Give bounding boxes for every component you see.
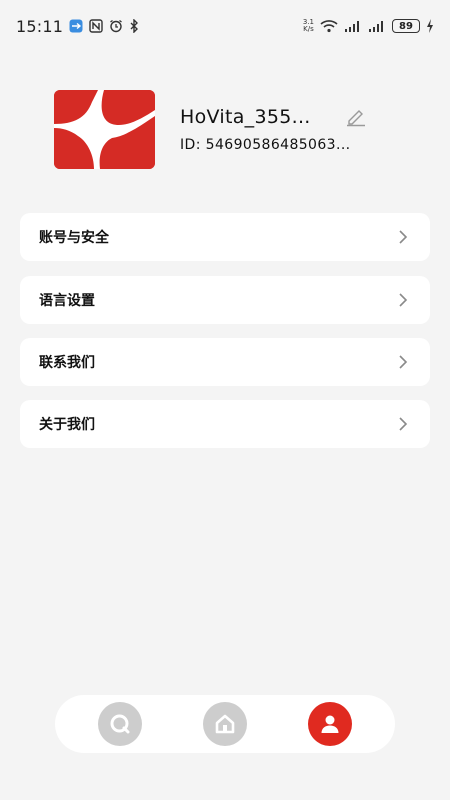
app-logo-avatar[interactable] — [54, 90, 155, 169]
chevron-right-icon — [398, 354, 408, 370]
profile-header: HoVita_355... ID: 54690586485063... — [54, 90, 414, 170]
menu-label: 账号与安全 — [39, 230, 109, 246]
menu-label: 联系我们 — [39, 355, 95, 371]
menu-language-settings[interactable]: 语言设置 — [20, 276, 430, 324]
status-bar: 15:11 3.1 K/s 89 — [0, 0, 450, 52]
menu-account-security[interactable]: 账号与安全 — [20, 213, 430, 261]
menu-label: 关于我们 — [39, 417, 95, 433]
charging-icon — [426, 19, 434, 33]
bluetooth-icon — [129, 19, 139, 33]
chevron-right-icon — [398, 292, 408, 308]
chevron-right-icon — [398, 229, 408, 245]
nav-search-chat-button[interactable] — [97, 702, 142, 746]
alarm-icon — [109, 19, 123, 33]
nav-profile-button[interactable] — [308, 702, 353, 746]
app-notification-icon — [69, 19, 83, 33]
bottom-nav — [55, 695, 395, 753]
search-chat-icon — [110, 714, 130, 734]
pencil-icon — [347, 110, 365, 127]
user-id: ID: 54690586485063... — [180, 137, 351, 153]
battery-indicator: 89 — [392, 19, 420, 33]
edit-name-button[interactable] — [344, 106, 368, 128]
menu-label: 语言设置 — [39, 293, 95, 309]
username: HoVita_355... — [180, 106, 311, 128]
network-speed: 3.1 K/s — [302, 18, 314, 33]
wifi-icon — [320, 19, 338, 33]
home-icon — [215, 714, 235, 734]
profile-icon — [321, 715, 339, 733]
signal-icon — [368, 19, 386, 33]
nfc-icon — [89, 19, 103, 33]
status-time: 15:11 — [16, 16, 64, 36]
signal-icon — [344, 19, 362, 33]
nav-home-button[interactable] — [202, 702, 247, 746]
menu-contact-us[interactable]: 联系我们 — [20, 338, 430, 386]
chevron-right-icon — [398, 416, 408, 432]
menu-about-us[interactable]: 关于我们 — [20, 400, 430, 448]
